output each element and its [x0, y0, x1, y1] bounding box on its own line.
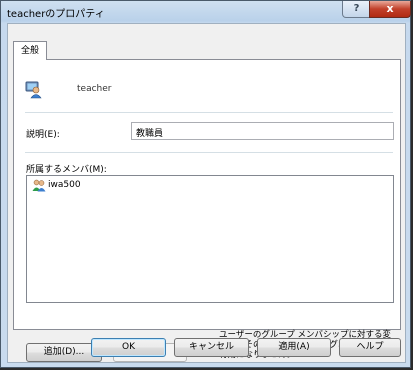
group-icon: [32, 179, 46, 192]
tab-general[interactable]: 全般: [13, 41, 47, 60]
dialog-client-area: 全般 teacher 説明(E): 教職員 所属するメンバ(M): iwa500…: [7, 23, 406, 363]
ok-button[interactable]: OK: [91, 338, 166, 357]
user-icon: [25, 81, 43, 99]
apply-button[interactable]: 適用(A): [257, 338, 331, 357]
list-item-label: iwa500: [48, 180, 81, 190]
help-button[interactable]: ヘルプ: [339, 338, 401, 357]
cancel-button[interactable]: キャンセル: [174, 338, 249, 357]
description-label: 説明(E):: [26, 130, 60, 140]
close-button[interactable]: x: [369, 1, 411, 18]
members-label: 所属するメンバ(M):: [26, 165, 107, 175]
title-bar[interactable]: teacherのプロパティ ? x: [1, 1, 411, 23]
help-title-button[interactable]: ?: [342, 1, 371, 18]
members-list[interactable]: iwa500: [26, 175, 394, 303]
properties-dialog: teacherのプロパティ ? x 全般 teacher 説明(E): 教職員 …: [0, 0, 411, 368]
description-field[interactable]: 教職員: [131, 122, 394, 140]
user-name: teacher: [77, 84, 112, 94]
window-title: teacherのプロパティ: [7, 9, 105, 20]
separator: [25, 152, 393, 153]
general-tab-panel: teacher 説明(E): 教職員 所属するメンバ(M): iwa500 追加…: [13, 59, 401, 362]
separator: [25, 112, 393, 113]
